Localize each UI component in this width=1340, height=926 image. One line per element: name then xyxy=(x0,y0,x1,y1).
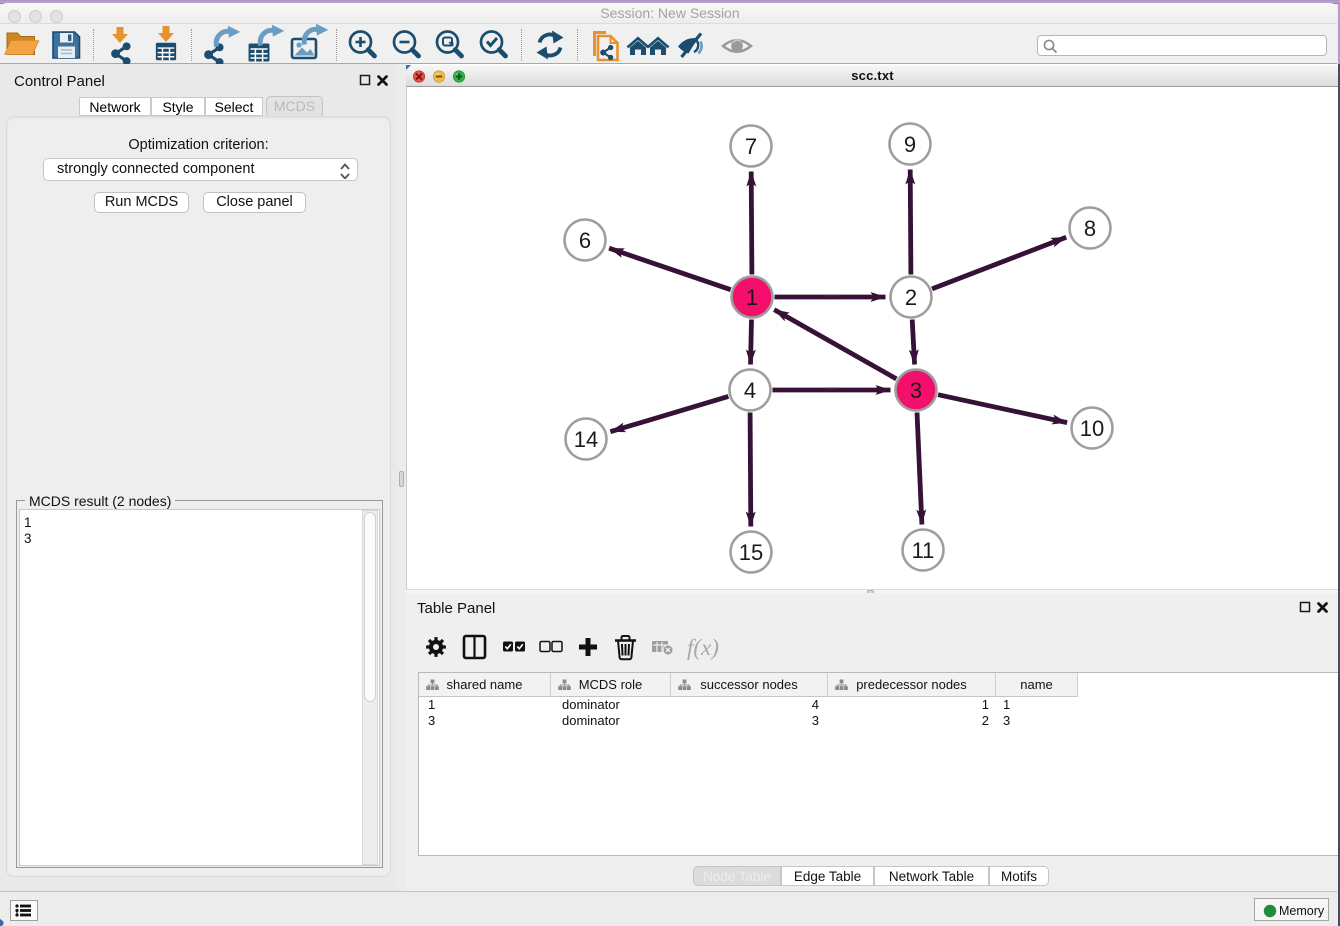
svg-text:3: 3 xyxy=(910,378,922,403)
svg-text:6: 6 xyxy=(579,228,591,253)
svg-text:15: 15 xyxy=(739,540,763,565)
svg-text:2: 2 xyxy=(905,285,917,310)
svg-text:f(x): f(x) xyxy=(687,635,719,660)
svg-text:14: 14 xyxy=(574,427,598,452)
svg-text:4: 4 xyxy=(744,378,756,403)
svg-text:1: 1 xyxy=(746,285,758,310)
svg-text:7: 7 xyxy=(745,134,757,159)
svg-text:9: 9 xyxy=(904,132,916,157)
svg-text:10: 10 xyxy=(1080,416,1104,441)
svg-text:8: 8 xyxy=(1084,216,1096,241)
svg-text:11: 11 xyxy=(912,538,935,563)
